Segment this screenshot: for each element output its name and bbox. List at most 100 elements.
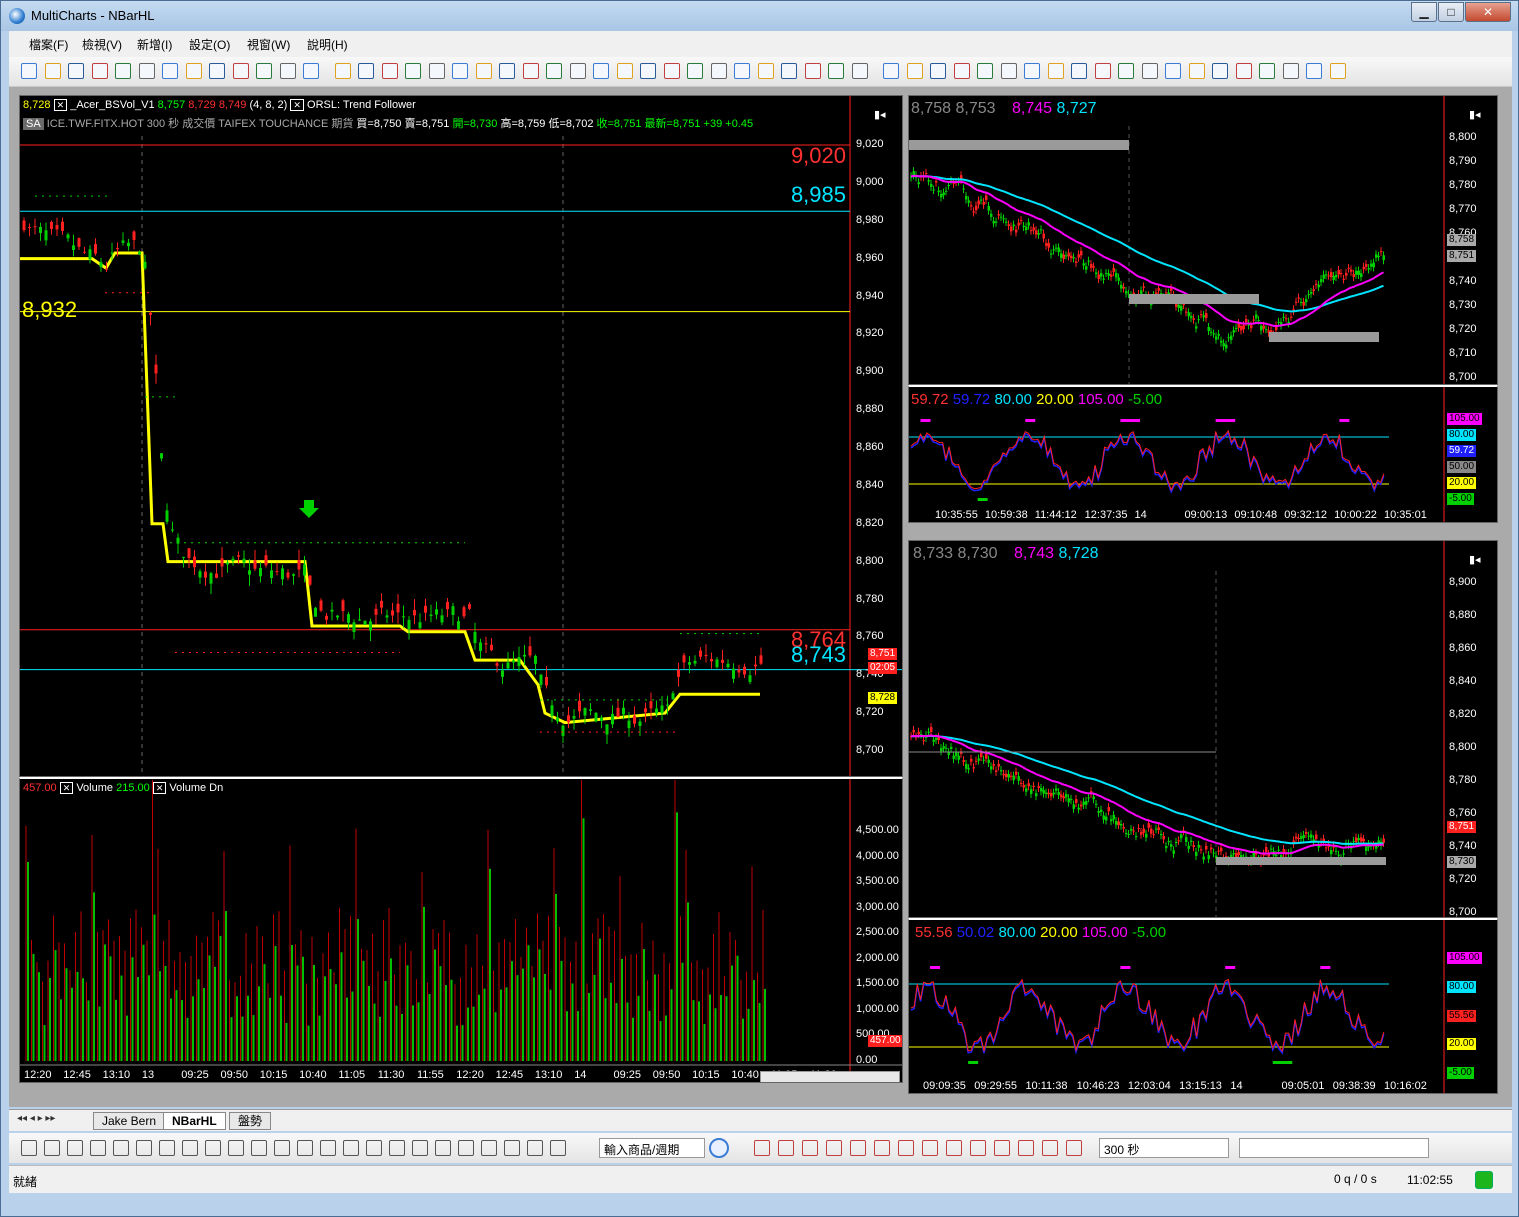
drawing-tool-icon[interactable] [228,1140,244,1156]
scroll-to-end-icon[interactable]: ▮◂ [874,108,886,121]
drawing-tool-icon[interactable] [274,1140,290,1156]
tab-market[interactable]: 盤勢 [229,1112,272,1130]
toolbar-button-icon[interactable] [804,63,821,79]
interval-select[interactable]: 300 秒 [1099,1138,1229,1158]
toolbar-button-icon[interactable] [616,63,633,79]
toolbar-button-icon[interactable] [1259,63,1275,79]
toolbar-button-icon[interactable] [1094,63,1111,79]
toolbar-button-icon[interactable] [1071,63,1087,79]
chart-tool-icon[interactable] [1066,1140,1082,1156]
toolbar-button-icon[interactable] [162,63,178,79]
menu-file[interactable]: 檔案(F) [29,36,68,53]
toolbar-button-icon[interactable] [953,63,970,79]
volume-pane[interactable]: 457.00 ✕ Volume 215.00 ✕ Volume Dn 4,500… [19,777,903,1083]
toolbar-button-icon[interactable] [44,63,61,79]
toolbar-button-icon[interactable] [1024,63,1040,79]
drawing-tool-icon[interactable] [550,1140,566,1156]
toolbar-button-icon[interactable] [883,63,899,79]
chart-tool-icon[interactable] [754,1140,770,1156]
toolbar-button-icon[interactable] [1118,63,1134,79]
chart-tool-icon[interactable] [778,1140,794,1156]
toolbar-button-icon[interactable] [1282,63,1299,79]
close-button[interactable]: ✕ [1465,2,1511,22]
drawing-tool-icon[interactable] [113,1140,129,1156]
connection-status-icon[interactable] [1475,1171,1493,1189]
toolbar-button-icon[interactable] [851,63,868,79]
drawing-tool-icon[interactable] [481,1140,497,1156]
drawing-tool-icon[interactable] [297,1140,313,1156]
toolbar-button-icon[interactable] [428,63,445,79]
maximize-button[interactable]: □ [1438,2,1464,22]
chart-tool-icon[interactable] [922,1140,938,1156]
toolbar-button-icon[interactable] [977,63,993,79]
br-chart-pane[interactable]: 8,733 8,730 8,743 8,728 8,900 8,880 8,860 8… [908,540,1498,918]
drawing-tool-icon[interactable] [412,1140,428,1156]
toolbar-button-icon[interactable] [522,63,539,79]
main-chart-pane[interactable]: 8,728 ✕ _Acer_BSVol_V1 8,757 8,729 8,749… [19,95,903,777]
toolbar-button-icon[interactable] [1000,63,1017,79]
toolbar-button-icon[interactable] [1306,63,1322,79]
toolbar-button-icon[interactable] [569,63,586,79]
menu-settings[interactable]: 設定(O) [189,36,230,53]
symbol-input[interactable]: 輸入商品/週期 [599,1138,705,1158]
toolbar-button-icon[interactable] [405,63,421,79]
drawing-tool-icon[interactable] [458,1140,474,1156]
toolbar-button-icon[interactable] [138,63,155,79]
toolbar-button-icon[interactable] [1329,63,1346,79]
toolbar-button-icon[interactable] [334,63,351,79]
chart-tool-icon[interactable] [874,1140,890,1156]
chart-tool-icon[interactable] [850,1140,866,1156]
toolbar-button-icon[interactable] [1188,63,1205,79]
toolbar-button-icon[interactable] [1141,63,1158,79]
toolbar-button-icon[interactable] [475,63,492,79]
minimize-button[interactable]: ▁ [1411,2,1437,22]
toolbar-button-icon[interactable] [1212,63,1228,79]
toolbar-button-icon[interactable] [663,63,680,79]
toolbar-button-icon[interactable] [734,63,750,79]
toolbar-button-icon[interactable] [687,63,703,79]
tr-chart-pane[interactable]: 8,758 8,753 8,745 8,727 8,800 8,790 8,780 8… [908,95,1498,385]
drawing-tool-icon[interactable] [205,1140,221,1156]
scroll-to-end-icon[interactable]: ▮◂ [1469,553,1481,566]
drawing-tool-icon[interactable] [343,1140,359,1156]
toolbar-button-icon[interactable] [256,63,272,79]
drawing-tool-icon[interactable] [182,1140,198,1156]
toolbar-button-icon[interactable] [593,63,609,79]
refresh-icon[interactable] [709,1138,729,1158]
chart-tool-icon[interactable] [946,1140,962,1156]
drawing-tool-icon[interactable] [90,1140,106,1156]
drawing-tool-icon[interactable] [67,1140,83,1156]
toolbar-button-icon[interactable] [185,63,202,79]
tab-nbarhl[interactable]: NBarHL [163,1112,226,1130]
instrument-select[interactable] [1239,1138,1429,1158]
menu-help[interactable]: 說明(H) [307,36,348,53]
drawing-tool-icon[interactable] [159,1140,175,1156]
toolbar-button-icon[interactable] [546,63,562,79]
toolbar-button-icon[interactable] [1165,63,1181,79]
toolbar-button-icon[interactable] [930,63,946,79]
tab-nav-arrows-icon[interactable]: ◂◂ ◂ ▸ ▸▸ [17,1113,55,1124]
toolbar-button-icon[interactable] [303,63,319,79]
toolbar-button-icon[interactable] [757,63,774,79]
toolbar-button-icon[interactable] [906,63,923,79]
drawing-tool-icon[interactable] [320,1140,336,1156]
title-bar[interactable]: MultiCharts - NBarHL ▁ □ ✕ [1,1,1518,31]
toolbar-button-icon[interactable] [640,63,656,79]
toolbar-button-icon[interactable] [232,63,249,79]
menu-window[interactable]: 視窗(W) [247,36,290,53]
chart-tool-icon[interactable] [1042,1140,1058,1156]
chart-tool-icon[interactable] [826,1140,842,1156]
chart-tool-icon[interactable] [970,1140,986,1156]
toolbar-button-icon[interactable] [781,63,797,79]
toolbar-button-icon[interactable] [452,63,468,79]
horizontal-scrollbar[interactable] [760,1071,900,1082]
tab-jake-bern[interactable]: Jake Bern [93,1112,166,1130]
toolbar-button-icon[interactable] [279,63,296,79]
toolbar-button-icon[interactable] [115,63,131,79]
menu-insert[interactable]: 新增(I) [137,36,172,53]
toolbar-button-icon[interactable] [1235,63,1252,79]
drawing-tool-icon[interactable] [21,1140,37,1156]
toolbar-button-icon[interactable] [828,63,844,79]
chart-tool-icon[interactable] [802,1140,818,1156]
drawing-tool-icon[interactable] [504,1140,520,1156]
